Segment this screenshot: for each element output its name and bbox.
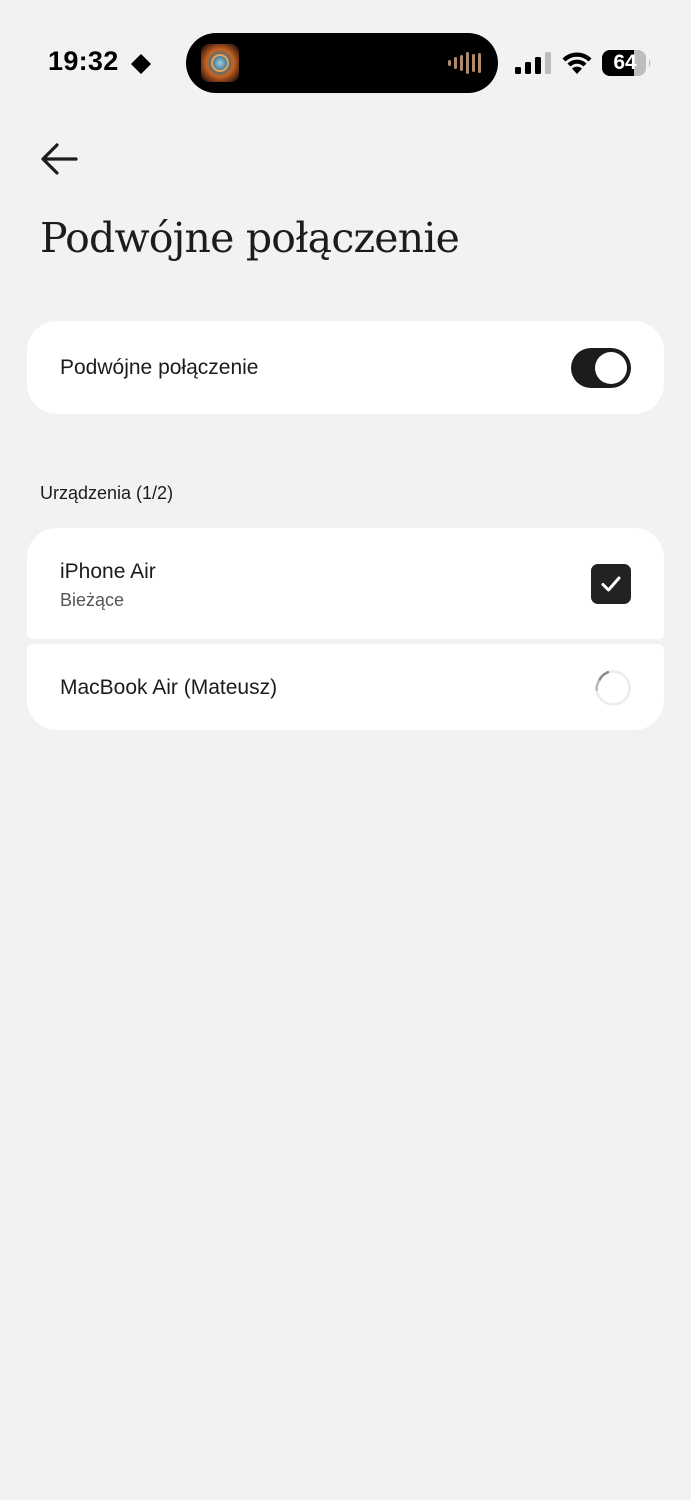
device-row-iphone-air[interactable]: iPhone Air Bieżące [27, 528, 664, 639]
status-time: 19:32 [48, 46, 119, 76]
cellular-signal-icon [515, 52, 551, 74]
audio-waveform-icon [448, 52, 481, 74]
device-status: Bieżące [60, 590, 125, 610]
dual-connection-card: Podwójne połączenie [27, 321, 664, 414]
battery-icon: 64 [602, 50, 654, 76]
now-playing-artwork-icon [201, 44, 239, 82]
page-title: Podwójne połączenie [40, 214, 460, 262]
back-arrow-icon [41, 143, 78, 175]
devices-section-label: Urządzenia (1/2) [40, 483, 174, 503]
back-button[interactable] [38, 138, 82, 180]
screen: 19:32 64 Podwójne połączenie Podwójne po… [0, 0, 691, 1500]
device-row-macbook-air[interactable]: MacBook Air (Mateusz) [27, 644, 664, 730]
loading-spinner-icon [595, 670, 631, 706]
dynamic-island[interactable] [186, 33, 498, 93]
dual-connection-toggle[interactable] [571, 348, 631, 388]
status-bar: 19:32 64 [0, 0, 691, 120]
wifi-icon [562, 52, 592, 74]
toggle-knob [595, 352, 627, 384]
checkbox-checked-icon[interactable] [591, 564, 631, 604]
dual-connection-label: Podwójne połączenie [60, 356, 259, 379]
device-name: MacBook Air (Mateusz) [60, 676, 278, 699]
device-name: iPhone Air [60, 560, 156, 583]
battery-level: 64 [613, 51, 637, 74]
diamond-icon [131, 54, 151, 74]
